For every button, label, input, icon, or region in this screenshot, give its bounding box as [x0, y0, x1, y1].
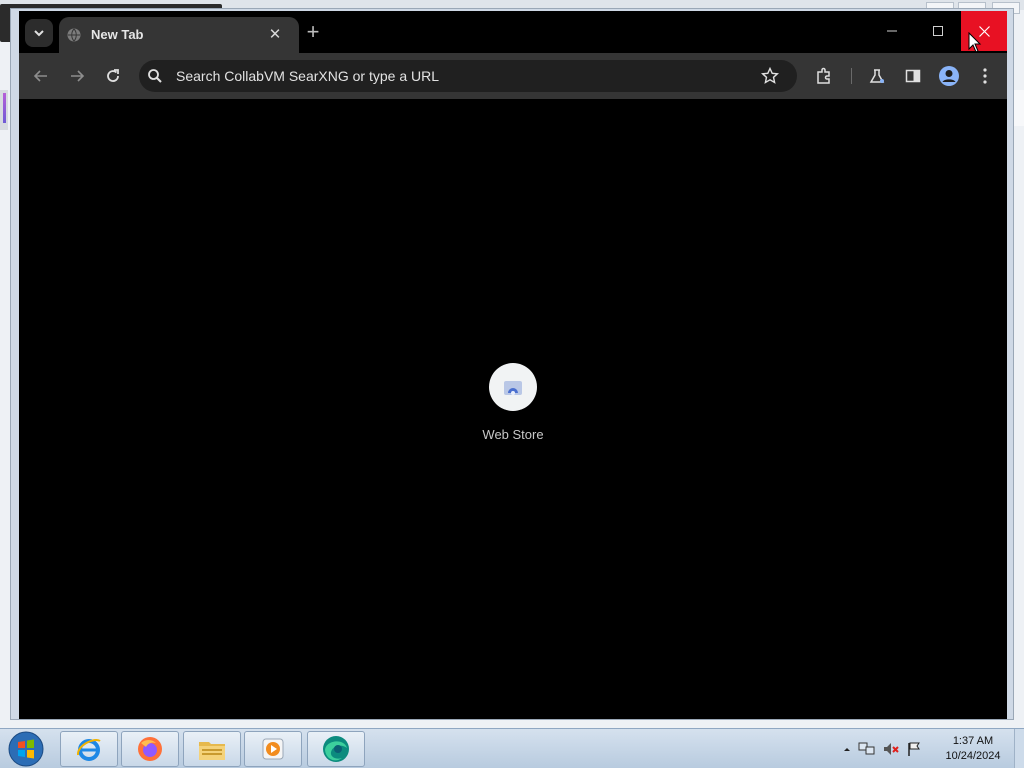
address-bar-placeholder: Search CollabVM SearXNG or type a URL: [176, 68, 439, 84]
background-window-accent: [3, 93, 6, 123]
browser-frame: New Tab ✕ + Search CollabVM SearXNG or t…: [19, 11, 1007, 719]
toolbar-separator: [851, 68, 852, 84]
tab-strip: New Tab ✕ +: [19, 11, 1007, 53]
start-button[interactable]: [6, 730, 46, 768]
windows-logo-icon: [8, 731, 44, 767]
extensions-button[interactable]: [811, 63, 837, 89]
back-button[interactable]: [28, 63, 54, 89]
reload-button[interactable]: [100, 63, 126, 89]
reload-icon: [107, 69, 119, 82]
avatar-icon: [939, 66, 959, 86]
chevron-down-icon: [34, 30, 44, 37]
system-clock[interactable]: 1:37 AM 10/24/2024: [934, 734, 1012, 764]
address-bar[interactable]: Search CollabVM SearXNG or type a URL: [139, 60, 797, 92]
minimize-icon: [887, 30, 897, 32]
clock-date: 10/24/2024: [945, 750, 1001, 762]
file-explorer-icon: [199, 742, 225, 760]
clock-time: 1:37 AM: [952, 735, 994, 747]
browser-toolbar: Search CollabVM SearXNG or type a URL: [19, 53, 1007, 99]
menu-button[interactable]: [972, 63, 998, 89]
new-tab-page: Web Store: [19, 99, 1007, 711]
tab-search-button[interactable]: [25, 19, 53, 47]
globe-icon: [67, 28, 81, 42]
forward-button[interactable]: [64, 63, 90, 89]
internet-explorer-icon: [77, 739, 101, 761]
kebab-menu-icon: [983, 68, 987, 84]
system-tray: [842, 739, 922, 759]
action-center-flag-icon[interactable]: [906, 741, 922, 757]
labs-button[interactable]: [864, 63, 890, 89]
network-icon[interactable]: [858, 741, 876, 757]
tab-title: New Tab: [91, 27, 144, 42]
arrow-left-icon: [33, 70, 47, 82]
media-player-icon: [262, 738, 284, 760]
firefox-icon: [138, 737, 162, 761]
star-icon: [761, 67, 779, 84]
maximize-button[interactable]: [915, 11, 961, 51]
profile-button[interactable]: [936, 63, 962, 89]
show-hidden-icons-icon[interactable]: [842, 744, 852, 754]
close-tab-icon[interactable]: ✕: [265, 25, 285, 45]
taskbar-file-explorer[interactable]: [183, 731, 241, 767]
side-panel-icon: [905, 69, 921, 83]
shortcut-icon-container: [489, 363, 537, 411]
minimize-button[interactable]: [869, 11, 915, 51]
taskbar: 1:37 AM 10/24/2024: [0, 728, 1024, 768]
maximize-icon: [933, 26, 943, 36]
taskbar-edge[interactable]: [307, 731, 365, 767]
browser-window: New Tab ✕ + Search CollabVM SearXNG or t…: [10, 8, 1014, 720]
volume-muted-icon[interactable]: [882, 741, 900, 757]
side-panel-button[interactable]: [900, 63, 926, 89]
new-tab-button[interactable]: +: [301, 21, 325, 45]
bookmark-button[interactable]: [759, 65, 781, 87]
web-store-icon: [504, 381, 522, 395]
arrow-right-icon: [71, 70, 85, 82]
shortcut-label: Web Store: [482, 427, 544, 442]
flask-icon: [869, 69, 885, 83]
show-desktop-button[interactable]: [1014, 729, 1024, 768]
mouse-cursor-icon: [968, 32, 982, 53]
taskbar-firefox[interactable]: [121, 731, 179, 767]
taskbar-internet-explorer[interactable]: [60, 731, 118, 767]
taskbar-media-player[interactable]: [244, 731, 302, 767]
search-icon: [148, 69, 162, 83]
edge-icon: [323, 736, 349, 762]
shortcut-web-store[interactable]: Web Store: [473, 363, 553, 442]
tab-new-tab[interactable]: New Tab ✕: [59, 17, 299, 53]
window-controls: [869, 11, 1007, 51]
puzzle-icon: [817, 67, 830, 84]
